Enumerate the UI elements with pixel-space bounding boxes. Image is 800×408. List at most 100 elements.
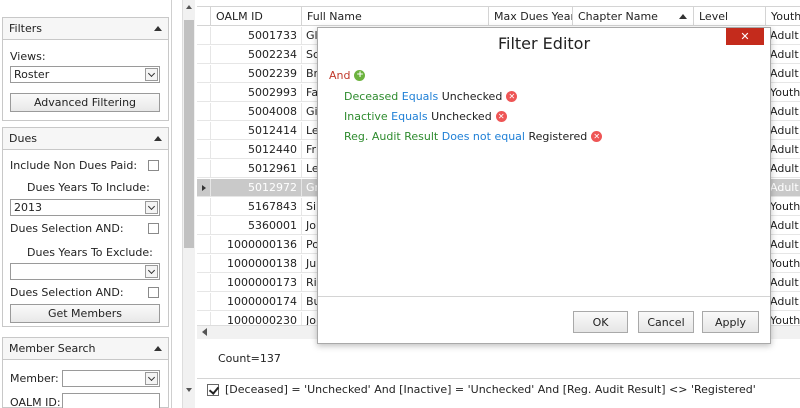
table-cell[interactable]: Adult <box>766 179 800 197</box>
table-cell[interactable]: 1000000174 <box>211 293 302 311</box>
table-cell[interactable]: 5004008 <box>211 103 302 121</box>
row-indicator[interactable] <box>197 141 211 159</box>
table-cell[interactable]: 1000000138 <box>211 255 302 273</box>
table-cell[interactable]: 5012961 <box>211 160 302 178</box>
row-indicator[interactable] <box>197 160 211 178</box>
group-operator[interactable]: And <box>329 69 350 82</box>
table-cell[interactable]: Adult <box>766 103 800 121</box>
oalm-id-input[interactable] <box>62 393 160 408</box>
dues-years-exclude-select[interactable] <box>10 263 160 280</box>
condition-value[interactable]: Unchecked <box>442 90 503 103</box>
condition-operator[interactable]: Equals <box>402 90 438 103</box>
table-cell[interactable]: Adult <box>766 141 800 159</box>
column-header-chapter-name[interactable]: Chapter Name <box>573 7 694 26</box>
remove-condition-icon[interactable]: ✕ <box>506 91 518 102</box>
row-indicator[interactable] <box>197 293 211 311</box>
table-cell[interactable]: 5002993 <box>211 84 302 102</box>
left-vertical-scrollbar[interactable] <box>182 0 195 408</box>
row-indicator[interactable] <box>197 103 211 121</box>
scroll-down-icon[interactable] <box>186 388 192 392</box>
column-header-level[interactable]: Level <box>694 7 766 26</box>
close-button[interactable]: ✕ <box>726 28 764 45</box>
filter-enabled-checkbox[interactable] <box>207 383 219 396</box>
member-select[interactable] <box>62 370 160 387</box>
table-cell[interactable]: 5001733 <box>211 27 302 45</box>
table-cell[interactable]: Adult <box>766 122 800 140</box>
dues-years-include-select[interactable]: 2013 <box>10 199 160 216</box>
condition-operator[interactable]: Does not equal <box>442 130 525 143</box>
column-header-max-dues-year[interactable]: Max Dues Year <box>489 7 573 26</box>
dues-panel-header[interactable]: Dues <box>3 128 168 150</box>
condition-operator[interactable]: Equals <box>391 110 427 123</box>
dues-selection-and-checkbox[interactable] <box>148 287 159 298</box>
condition-value[interactable]: Registered <box>528 130 587 143</box>
row-indicator[interactable] <box>197 198 211 216</box>
collapse-icon[interactable] <box>154 136 162 141</box>
row-indicator[interactable] <box>197 255 211 273</box>
table-cell[interactable]: 5167843 <box>211 198 302 216</box>
table-cell[interactable]: Youth <box>766 84 800 102</box>
table-cell[interactable]: Youth <box>766 198 800 216</box>
row-indicator[interactable] <box>197 236 211 254</box>
table-cell[interactable]: 5012414 <box>211 122 302 140</box>
panel-splitter[interactable] <box>173 0 181 408</box>
scroll-up-icon[interactable] <box>186 5 192 9</box>
table-cell[interactable]: Adult <box>766 274 800 292</box>
row-indicator[interactable] <box>197 84 211 102</box>
dropdown-arrow-icon[interactable] <box>145 68 158 81</box>
table-cell[interactable]: Adult <box>766 217 800 235</box>
dropdown-arrow-icon[interactable] <box>145 265 158 278</box>
dropdown-arrow-icon[interactable] <box>145 201 158 214</box>
scrollbar-thumb[interactable] <box>184 20 194 248</box>
member-search-panel-header[interactable]: Member Search <box>3 338 168 360</box>
table-cell[interactable]: Adult <box>766 27 800 45</box>
row-indicator[interactable] <box>197 217 211 235</box>
remove-condition-icon[interactable]: ✕ <box>495 111 507 122</box>
dues-selection-and-checkbox[interactable] <box>148 223 159 234</box>
condition-field[interactable]: Reg. Audit Result <box>344 130 438 143</box>
table-cell[interactable]: Adult <box>766 160 800 178</box>
collapse-icon[interactable] <box>154 26 162 31</box>
table-cell[interactable]: 5002239 <box>211 65 302 83</box>
views-select-value: Roster <box>14 68 50 81</box>
table-cell[interactable]: Adult <box>766 65 800 83</box>
row-indicator[interactable] <box>197 27 211 45</box>
remove-condition-icon[interactable]: ✕ <box>591 131 603 142</box>
filter-expression[interactable]: [Deceased] = 'Unchecked' And [Inactive] … <box>225 383 756 396</box>
condition-value[interactable]: Unchecked <box>431 110 492 123</box>
table-cell[interactable]: 5002234 <box>211 46 302 64</box>
column-header-youth[interactable]: Youth <box>766 7 800 26</box>
table-cell[interactable]: 1000000173 <box>211 274 302 292</box>
row-indicator[interactable] <box>197 122 211 140</box>
dues-panel: Dues Include Non Dues Paid: Dues Years T… <box>2 127 169 327</box>
include-non-dues-paid-checkbox[interactable] <box>148 160 159 171</box>
condition-row: Inactive Equals Unchecked ✕ <box>344 110 507 123</box>
dropdown-arrow-icon[interactable] <box>145 372 158 385</box>
table-cell[interactable]: Adult <box>766 293 800 311</box>
scroll-left-icon[interactable] <box>202 328 207 336</box>
ok-button[interactable]: OK <box>573 311 628 333</box>
condition-field[interactable]: Deceased <box>344 90 398 103</box>
row-indicator[interactable] <box>197 179 211 197</box>
views-select[interactable]: Roster <box>10 66 160 83</box>
table-cell[interactable]: Youth <box>766 255 800 273</box>
apply-button[interactable]: Apply <box>702 311 759 333</box>
table-cell[interactable]: 1000000136 <box>211 236 302 254</box>
filters-panel-header[interactable]: Filters <box>3 18 168 40</box>
get-members-button[interactable]: Get Members <box>10 304 160 323</box>
collapse-icon[interactable] <box>154 346 162 351</box>
table-cell[interactable]: 5012440 <box>211 141 302 159</box>
add-condition-icon[interactable]: + <box>354 70 366 81</box>
table-cell[interactable]: 5360001 <box>211 217 302 235</box>
cancel-button[interactable]: Cancel <box>638 311 694 333</box>
table-cell[interactable]: 5012972 <box>211 179 302 197</box>
condition-field[interactable]: Inactive <box>344 110 388 123</box>
row-indicator[interactable] <box>197 274 211 292</box>
row-indicator[interactable] <box>197 65 211 83</box>
table-cell[interactable]: Adult <box>766 46 800 64</box>
column-header-oalm-id[interactable]: OALM ID <box>211 7 302 26</box>
advanced-filtering-button[interactable]: Advanced Filtering <box>10 93 160 112</box>
column-header-full-name[interactable]: Full Name <box>302 7 489 26</box>
row-indicator[interactable] <box>197 46 211 64</box>
table-cell[interactable]: Adult <box>766 236 800 254</box>
